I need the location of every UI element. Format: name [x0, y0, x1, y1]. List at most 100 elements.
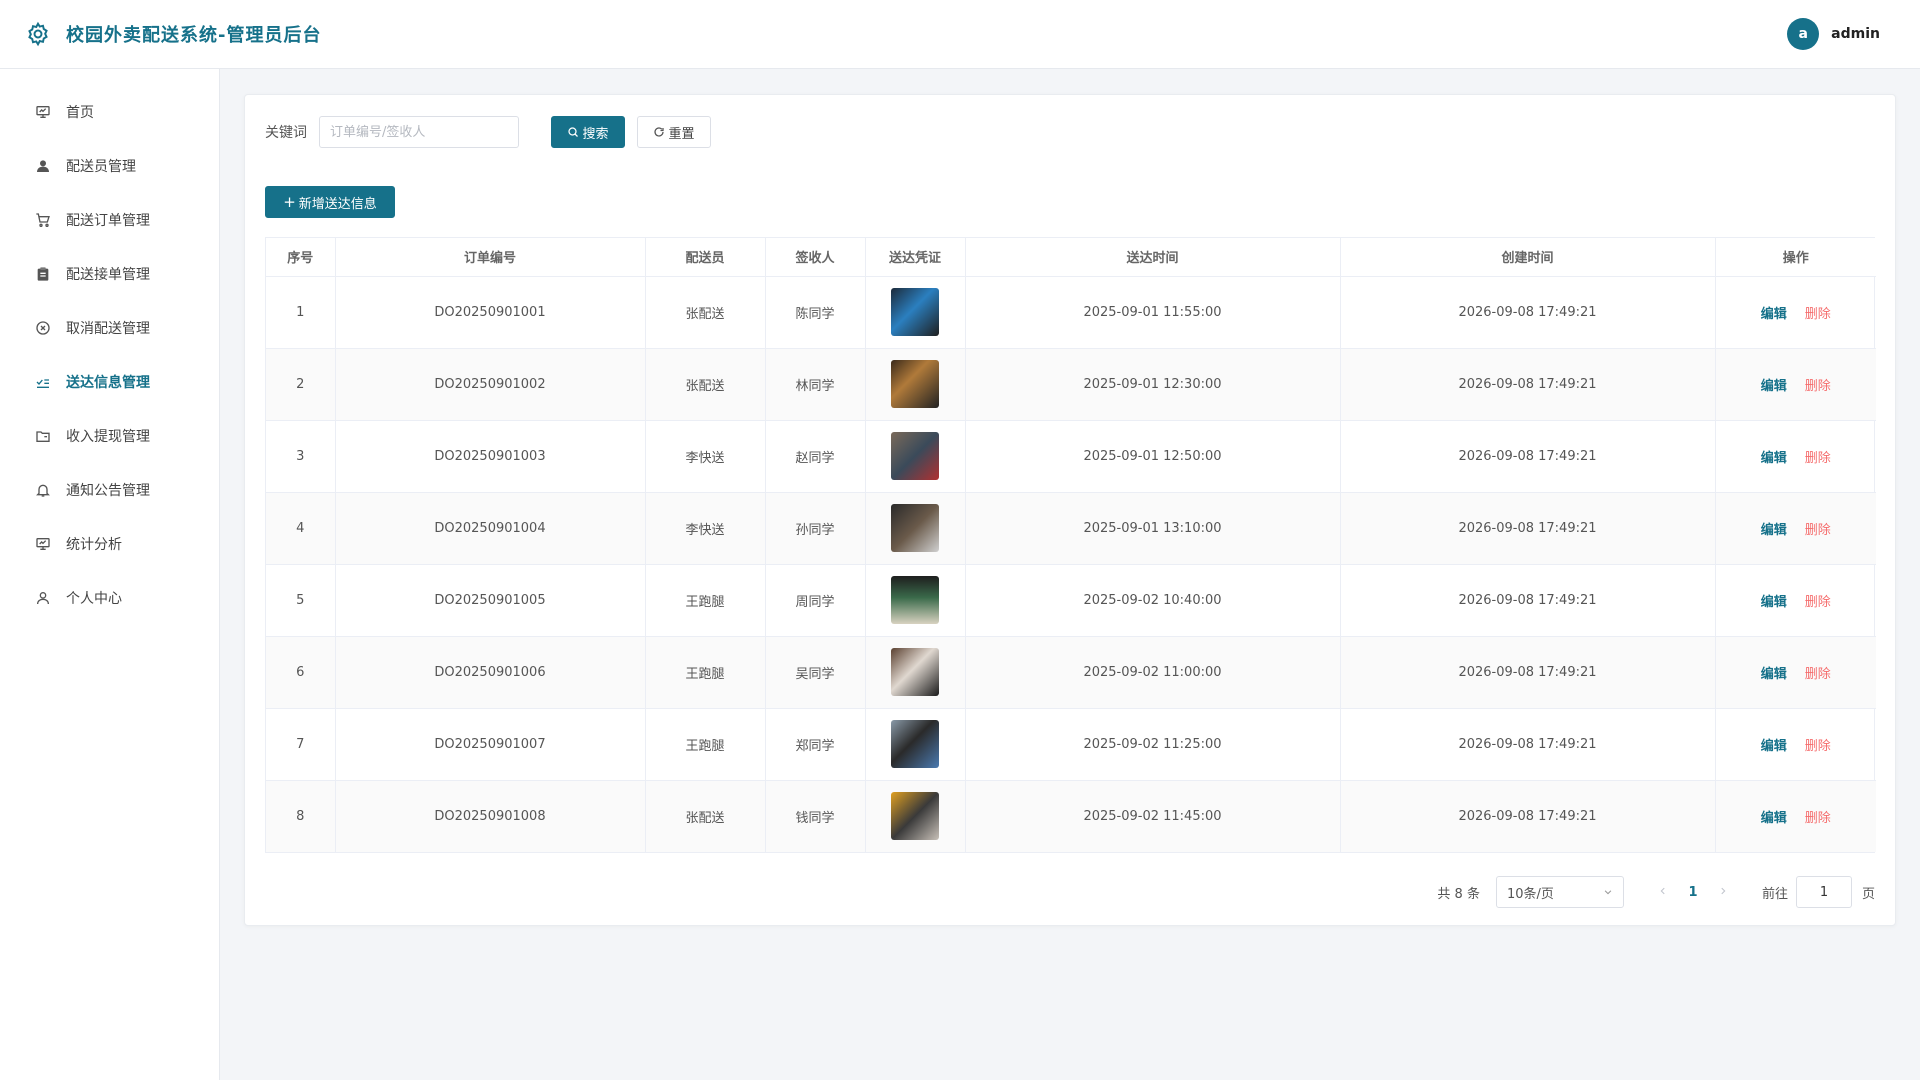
proof-image[interactable]	[891, 360, 939, 408]
delete-link[interactable]: 删除	[1805, 667, 1831, 682]
chevron-left-icon	[1660, 887, 1665, 894]
sidebar-item-accept[interactable]: 配送接单管理	[0, 247, 219, 301]
col-header-courier: 配送员	[645, 238, 766, 277]
edit-link[interactable]: 编辑	[1761, 307, 1787, 322]
search-input[interactable]	[319, 116, 519, 148]
cart-icon	[34, 211, 52, 229]
cell-courier: 张配送	[645, 780, 766, 852]
cell-proof	[865, 636, 966, 709]
sidebar-item-couriers[interactable]: 配送员管理	[0, 139, 219, 193]
sidebar-item-home[interactable]: 首页	[0, 85, 219, 139]
cell-order: DO20250901005	[335, 564, 646, 637]
cell-delivered-time: 2025-09-01 12:50:00	[965, 420, 1341, 493]
proof-image[interactable]	[891, 504, 939, 552]
delete-link[interactable]: 删除	[1805, 523, 1831, 538]
reset-button[interactable]: 重置	[637, 116, 711, 148]
sidebar: 首页 配送员管理 配送订单管理 配送接单管理 取消配送管理 送达信息管理 收入提…	[0, 69, 220, 1080]
edit-link[interactable]: 编辑	[1761, 523, 1787, 538]
reset-button-label: 重置	[668, 126, 695, 142]
proof-image[interactable]	[891, 720, 939, 768]
cell-actions: 编辑 删除	[1715, 492, 1876, 565]
cell-created-time: 2026-09-08 17:49:21	[1340, 780, 1716, 852]
table-row: 5 DO20250901005 王跑腿 周同学 2025-09-02 10:40…	[266, 564, 1876, 637]
cell-created-time: 2026-09-08 17:49:21	[1340, 276, 1716, 349]
cell-receiver: 陈同学	[765, 276, 866, 349]
page-size-select[interactable]: 10条/页	[1495, 876, 1624, 908]
add-delivery-button[interactable]: + 新增送达信息	[265, 186, 395, 218]
proof-image[interactable]	[891, 792, 939, 841]
proof-image[interactable]	[891, 288, 939, 336]
cell-delivered-time: 2025-09-01 11:55:00	[965, 276, 1341, 349]
edit-link[interactable]: 编辑	[1761, 811, 1787, 826]
sidebar-item-stats[interactable]: 统计分析	[0, 517, 219, 571]
cell-no: 8	[266, 780, 336, 852]
delete-link[interactable]: 删除	[1805, 451, 1831, 466]
username[interactable]: admin	[1831, 26, 1880, 42]
user-menu[interactable]: a admin	[1787, 18, 1880, 50]
cell-no: 6	[266, 636, 336, 709]
cell-receiver: 林同学	[765, 348, 866, 421]
chevron-right-icon	[1721, 887, 1726, 894]
cell-order: DO20250901004	[335, 492, 646, 565]
cell-actions: 编辑 删除	[1715, 564, 1876, 637]
page-number[interactable]: 1	[1678, 885, 1708, 900]
cell-order: DO20250901006	[335, 636, 646, 709]
edit-link[interactable]: 编辑	[1761, 379, 1787, 394]
cell-delivered-time: 2025-09-01 13:10:00	[965, 492, 1341, 565]
cell-courier: 王跑腿	[645, 708, 766, 781]
proof-image[interactable]	[891, 648, 939, 696]
cell-receiver: 钱同学	[765, 780, 866, 852]
content-card: 关键词 搜索 重置 + 新增送达信息 序号 订单编号 配送员 签收人	[244, 94, 1896, 926]
cell-delivered-time: 2025-09-02 10:40:00	[965, 564, 1341, 637]
proof-image[interactable]	[891, 432, 939, 480]
cell-no: 1	[266, 276, 336, 349]
table-row: 8 DO20250901008 张配送 钱同学 2025-09-02 11:45…	[266, 780, 1876, 852]
cell-order: DO20250901003	[335, 420, 646, 493]
sidebar-item-income[interactable]: 收入提现管理	[0, 409, 219, 463]
delete-link[interactable]: 删除	[1805, 379, 1831, 394]
delete-link[interactable]: 删除	[1805, 307, 1831, 322]
add-button-label: 新增送达信息	[298, 196, 377, 212]
edit-link[interactable]: 编辑	[1761, 451, 1787, 466]
cell-receiver: 赵同学	[765, 420, 866, 493]
sidebar-item-orders[interactable]: 配送订单管理	[0, 193, 219, 247]
col-header-created-time: 创建时间	[1340, 238, 1716, 277]
cell-actions: 编辑 删除	[1715, 780, 1876, 852]
app-title: 校园外卖配送系统-管理员后台	[66, 25, 322, 46]
sidebar-item-notice[interactable]: 通知公告管理	[0, 463, 219, 517]
avatar[interactable]: a	[1787, 18, 1820, 50]
page-size-value: 10条/页	[1506, 886, 1554, 902]
cell-order: DO20250901007	[335, 708, 646, 781]
goto-page-input[interactable]	[1795, 876, 1852, 908]
delete-link[interactable]: 删除	[1805, 595, 1831, 610]
sidebar-item-label: 配送订单管理	[66, 213, 150, 229]
delete-link[interactable]: 删除	[1805, 739, 1831, 754]
edit-link[interactable]: 编辑	[1761, 595, 1787, 610]
search-button[interactable]: 搜索	[551, 116, 625, 148]
table-row: 6 DO20250901006 王跑腿 吴同学 2025-09-02 11:00…	[266, 636, 1876, 709]
sidebar-item-delivered[interactable]: 送达信息管理	[0, 355, 219, 409]
table-row: 7 DO20250901007 王跑腿 郑同学 2025-09-02 11:25…	[266, 708, 1876, 781]
cell-actions: 编辑 删除	[1715, 636, 1876, 709]
circle-x-icon	[34, 319, 52, 337]
sidebar-item-label: 首页	[66, 105, 94, 121]
sidebar-item-label: 配送员管理	[66, 159, 136, 175]
cell-proof	[865, 420, 966, 493]
delete-link[interactable]: 删除	[1805, 811, 1831, 826]
sidebar-item-cancel[interactable]: 取消配送管理	[0, 301, 219, 355]
cell-proof	[865, 492, 966, 565]
edit-link[interactable]: 编辑	[1761, 667, 1787, 682]
next-page-button[interactable]	[1708, 885, 1738, 900]
table-row: 3 DO20250901003 李快送 赵同学 2025-09-01 12:50…	[266, 420, 1876, 493]
cell-courier: 张配送	[645, 276, 766, 349]
sidebar-item-profile[interactable]: 个人中心	[0, 571, 219, 625]
proof-image[interactable]	[891, 576, 939, 624]
chevron-down-icon	[1604, 890, 1612, 895]
edit-link[interactable]: 编辑	[1761, 739, 1787, 754]
user-icon	[34, 157, 52, 175]
total-count: 共 8 条	[1437, 886, 1480, 902]
cell-receiver: 郑同学	[765, 708, 866, 781]
col-header-no: 序号	[266, 238, 336, 277]
cell-receiver: 周同学	[765, 564, 866, 637]
prev-page-button[interactable]	[1648, 885, 1678, 900]
